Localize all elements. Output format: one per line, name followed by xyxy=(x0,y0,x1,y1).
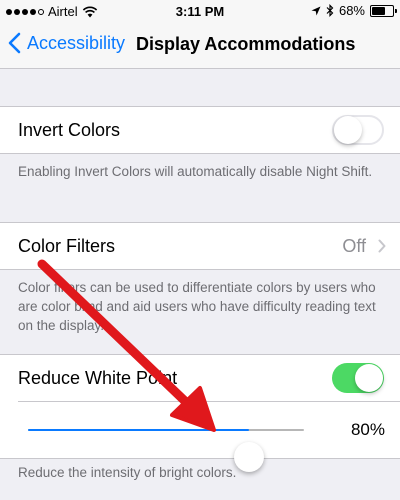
reduce-white-point-group: Reduce White Point 80% xyxy=(0,354,400,472)
white-point-slider[interactable] xyxy=(28,429,304,472)
color-filters-value: Off xyxy=(342,236,366,256)
reduce-white-point-row: Reduce White Point xyxy=(0,355,400,401)
slider-fill xyxy=(28,429,249,431)
invert-colors-row: Invert Colors xyxy=(0,107,400,153)
chevron-right-icon xyxy=(378,239,386,253)
reduce-white-point-label: Reduce White Point xyxy=(18,368,178,388)
back-button[interactable]: Accessibility xyxy=(8,32,125,54)
invert-colors-label: Invert Colors xyxy=(18,120,121,140)
status-right: 68% xyxy=(311,3,397,18)
white-point-slider-row: 80% xyxy=(18,401,400,472)
back-label: Accessibility xyxy=(27,32,126,53)
invert-colors-toggle[interactable] xyxy=(332,115,384,145)
status-bar: Airtel 3:11 PM 68% xyxy=(0,0,400,22)
page-title: Display Accommodations xyxy=(136,34,356,54)
color-filters-group: Color Filters Off xyxy=(0,222,400,270)
invert-colors-footer: Enabling Invert Colors will automaticall… xyxy=(18,164,373,179)
white-point-percent: 80% xyxy=(350,420,385,439)
battery-percent: 68% xyxy=(338,3,365,18)
invert-colors-group: Invert Colors xyxy=(0,106,400,154)
location-icon xyxy=(311,6,321,15)
reduce-white-point-toggle[interactable] xyxy=(332,363,384,393)
chevron-left-icon xyxy=(8,32,21,54)
battery-icon xyxy=(370,4,397,17)
color-filters-label: Color Filters xyxy=(18,236,116,256)
bluetooth-icon xyxy=(326,4,334,17)
navigation-bar: Accessibility Display Accommodations xyxy=(0,22,400,69)
color-filters-footer: Color filters can be used to differentia… xyxy=(18,280,376,333)
color-filters-row[interactable]: Color Filters Off xyxy=(0,223,400,269)
reduce-white-point-footer: Reduce the intensity of bright colors. xyxy=(18,465,237,480)
